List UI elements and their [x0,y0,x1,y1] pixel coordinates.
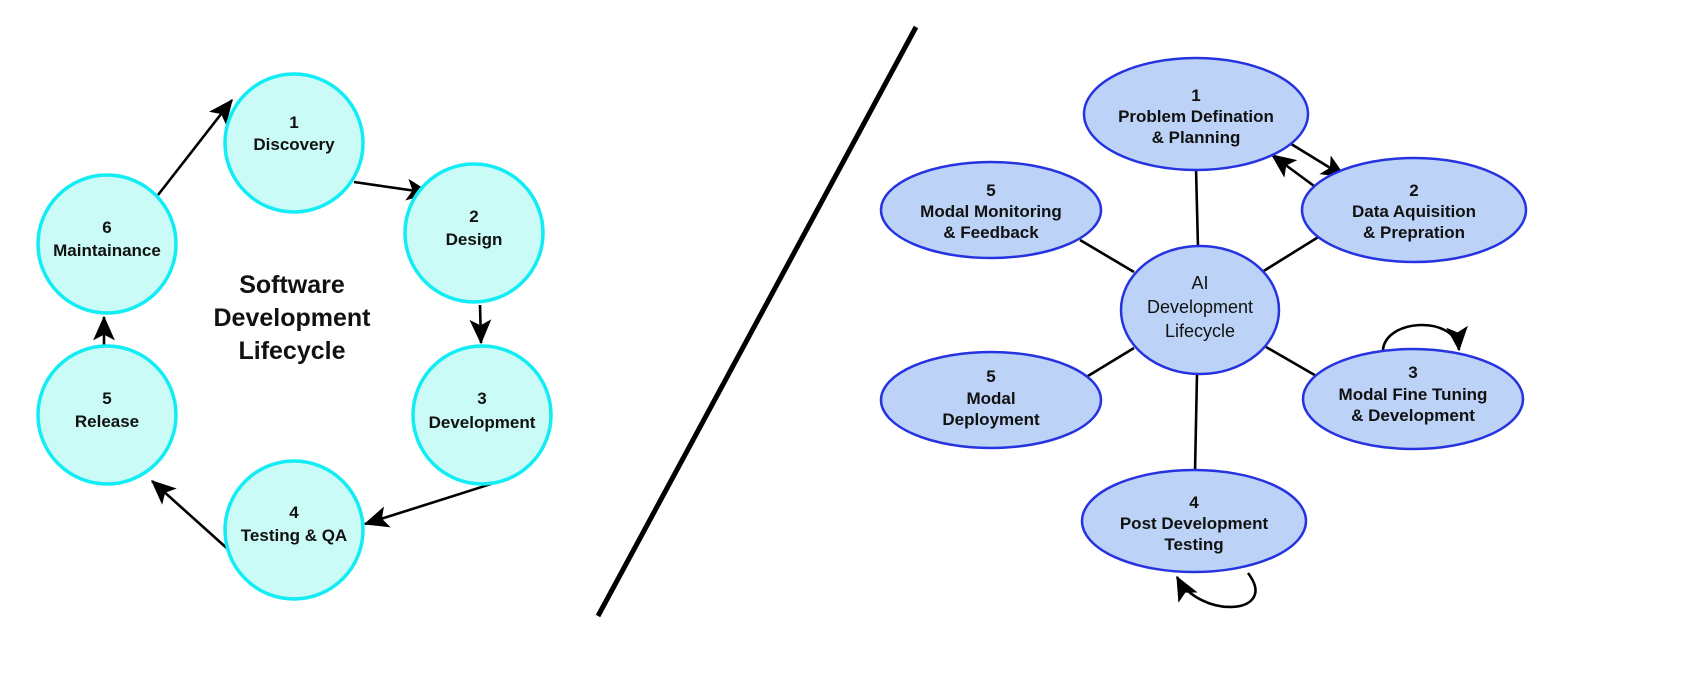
ai-spoke-center-to-node-4 [1193,373,1199,473]
sdlc-node-maintainance[interactable]: 6 Maintainance [36,173,178,315]
ai-node-problem-defination-planning-number: 1 [1191,86,1200,105]
ai-node-modal-deployment-label-line-1: Modal [966,389,1015,408]
ai-node-modal-fine-tuning-development-label-line-2: & Development [1351,406,1475,425]
sdlc-center-title-line-3: Lifecycle [238,337,345,365]
ai-node-data-aquisition-prepration-label-line-1: Data Aquisition [1352,202,1476,221]
ai-center-node[interactable]: AI Development Lifecycle [1119,244,1281,376]
ai-node-modal-monitoring-feedback-label-line-2: & Feedback [943,223,1039,242]
ai-node-modal-deployment[interactable]: 5 Modal Deployment [879,350,1103,450]
sdlc-diagram: 1 Discovery 2 Design 3 Development 4 Tes… [36,72,553,601]
sdlc-edge-6-to-1 [156,98,234,196]
ai-node-modal-deployment-number: 5 [986,367,995,386]
sdlc-node-testing-qa-number: 4 [289,503,299,522]
sdlc-node-maintainance-label: Maintainance [53,241,161,260]
ai-node-problem-defination-planning[interactable]: 1 Problem Defination & Planning [1082,56,1310,172]
ai-center-node-label-line-1: AI [1191,273,1208,293]
ai-node-modal-monitoring-feedback[interactable]: 5 Modal Monitoring & Feedback [879,160,1103,260]
sdlc-node-testing-qa-label: Testing & QA [241,526,347,545]
sdlc-node-release[interactable]: 5 Release [36,344,178,486]
ai-center-node-label-line-2: Development [1147,297,1253,317]
sdlc-node-maintainance-number: 6 [102,218,111,237]
ai-node-post-development-testing[interactable]: 4 Post Development Testing [1080,468,1308,574]
sdlc-node-discovery-label: Discovery [253,135,335,154]
diagonal-divider-line [595,25,919,618]
ai-center-node-label-line-3: Lifecycle [1165,321,1235,341]
ai-node-data-aquisition-prepration-number: 2 [1409,181,1418,200]
ai-node-problem-defination-planning-label-line-1: Problem Defination [1118,107,1274,126]
ai-lifecycle-diagram: 1 Problem Defination & Planning 2 Data A… [879,56,1528,609]
sdlc-center-title-line-2: Development [214,304,372,332]
ai-node-modal-monitoring-feedback-number: 5 [986,181,995,200]
sdlc-node-design-number: 2 [469,207,478,226]
sdlc-node-release-label: Release [75,412,139,431]
sdlc-node-development-number: 3 [477,389,486,408]
sdlc-node-development-label: Development [429,413,536,432]
ai-node-post-development-testing-label-line-1: Post Development [1120,514,1269,533]
ai-node-modal-fine-tuning-development-label-line-1: Modal Fine Tuning [1339,385,1488,404]
sdlc-center-title-line-1: Software [239,271,345,299]
sdlc-edge-2-to-3 [469,304,492,345]
ai-spoke-center-to-node-1 [1194,167,1200,249]
ai-self-loop-node-4 [1175,572,1257,609]
combined-lifecycle-diagram: 1 Discovery 2 Design 3 Development 4 Tes… [36,25,1528,618]
ai-node-post-development-testing-label-line-2: Testing [1164,535,1223,554]
sdlc-node-discovery[interactable]: 1 Discovery [223,72,365,214]
sdlc-center-title: Software Development Lifecycle [214,271,372,365]
ai-spoke-center-to-node-2 [1261,234,1321,274]
ai-node-modal-fine-tuning-development-number: 3 [1408,363,1417,382]
sdlc-node-development[interactable]: 3 Development [411,344,553,486]
sdlc-node-testing-qa[interactable]: 4 Testing & QA [223,459,365,601]
ai-node-post-development-testing-number: 4 [1189,493,1199,512]
ai-spoke-center-to-node-5-monitoring [1079,238,1135,274]
ai-node-data-aquisition-prepration[interactable]: 2 Data Aquisition & Prepration [1300,156,1528,264]
ai-node-modal-monitoring-feedback-label-line-1: Modal Monitoring [920,202,1062,221]
sdlc-node-design[interactable]: 2 Design [403,162,545,304]
sdlc-node-discovery-number: 1 [289,113,298,132]
ai-node-modal-deployment-label-line-2: Deployment [942,410,1040,429]
sdlc-node-release-number: 5 [102,389,111,408]
ai-node-problem-defination-planning-label-line-2: & Planning [1152,128,1241,147]
diagram-canvas: 1 Discovery 2 Design 3 Development 4 Tes… [0,0,1707,692]
ai-node-modal-fine-tuning-development[interactable]: 3 Modal Fine Tuning & Development [1301,347,1525,451]
ai-spoke-center-to-node-5-deployment [1082,346,1135,381]
sdlc-node-design-label: Design [446,230,503,249]
ai-node-data-aquisition-prepration-label-line-2: & Prepration [1363,223,1465,242]
